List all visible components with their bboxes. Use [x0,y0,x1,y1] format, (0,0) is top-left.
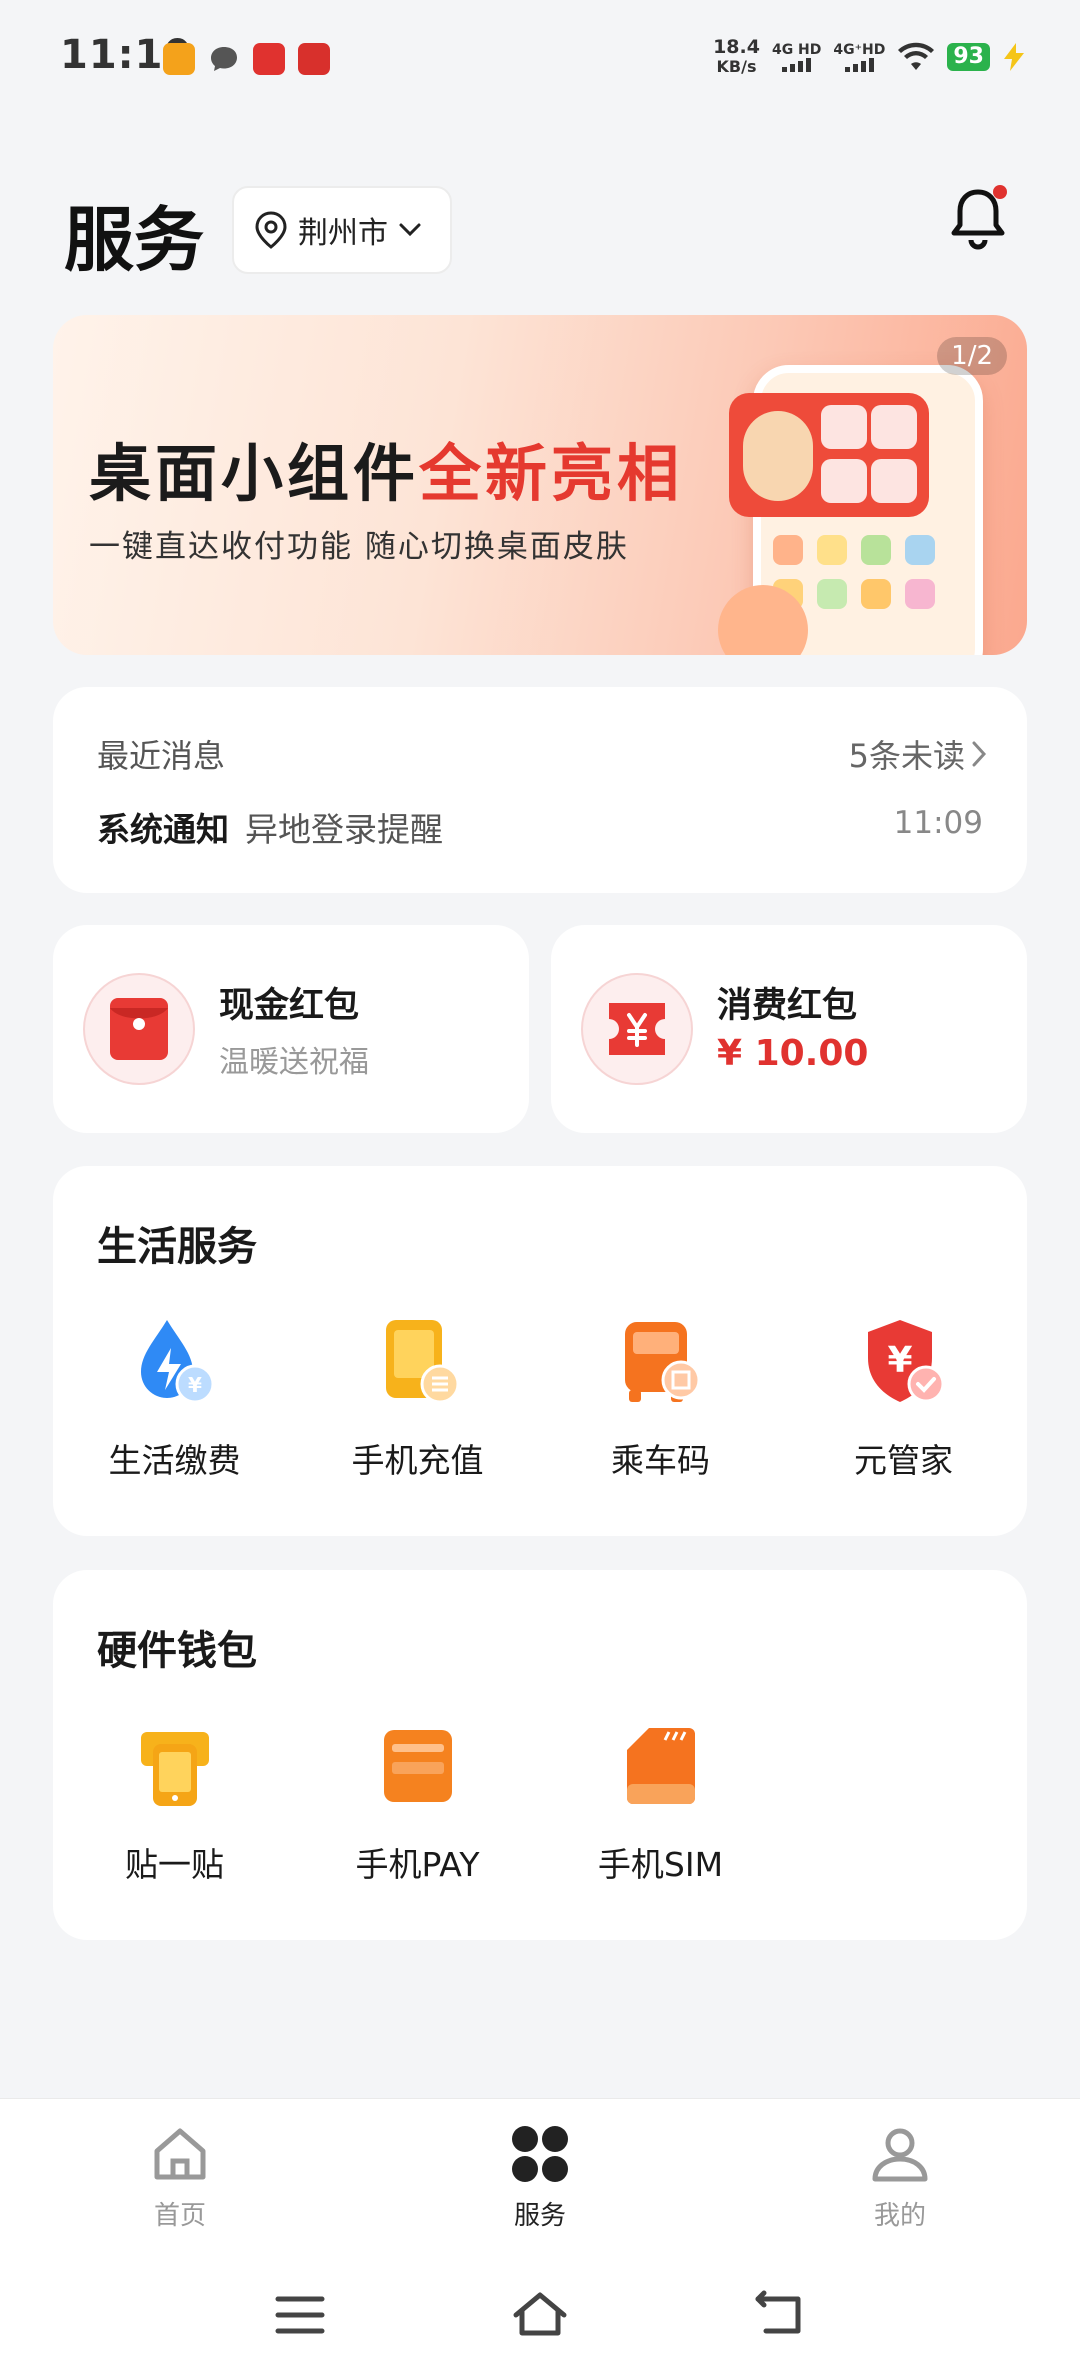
yuan-coupon-icon [581,973,693,1085]
wallet-phone-sim[interactable]: 手机SIM [539,1718,782,1886]
wallet-phone-pay[interactable]: 手机PAY [296,1718,539,1886]
banner-page-indicator: 1/2 [937,337,1007,375]
banner-title-part1: 桌面小组件 [89,437,420,510]
recent-messages-card[interactable]: 最近消息 5条未读 系统通知 异地登录提醒 11:09 [53,687,1027,893]
life-services-card: 生活服务 ¥ 生活缴费 手机充值 乘车码 ¥ 元管家 [53,1166,1027,1536]
life-services-grid: ¥ 生活缴费 手机充值 乘车码 ¥ 元管家 [53,1314,1027,1482]
tab-services[interactable]: 服务 [460,2123,620,2232]
consume-red-packet-card[interactable]: 消费红包 ¥ 10.00 [551,925,1027,1133]
signal-bars-icon [844,57,874,72]
signal-bars-icon [782,57,812,72]
battery-level: 93 [947,43,990,71]
svg-text:¥: ¥ [188,1373,202,1397]
hardware-wallet-card: 硬件钱包 贴一贴 手机PAY 手机SIM [53,1570,1027,1940]
sim-card-icon [626,1728,695,1804]
consume-red-packet-title: 消费红包 [717,986,858,1026]
status-indicators: 18.4 KB/s 4G HD 4G⁺HD 93 [713,36,1026,78]
tab-profile[interactable]: 我的 [820,2123,980,2232]
service-yuan-manager[interactable]: ¥ 元管家 [782,1314,1025,1482]
status-bar: 11:10 18.4 KB/s 4G HD 4G⁺HD 93 [0,0,1080,115]
wallet-card-icon [383,1730,452,1802]
recent-messages-heading: 最近消息 [97,737,226,775]
wallet-label: 手机PAY [355,1845,480,1884]
network-speed: 18.4 KB/s [713,37,760,77]
message-time: 11:09 [893,805,983,841]
signal-1-label: 4G HD [771,41,822,58]
tap-card-icon [140,1732,209,1806]
service-label: 手机充值 [351,1441,484,1480]
cash-red-packet-subtitle: 温暖送祝福 [219,1045,369,1080]
city-name: 荆州市 [298,216,388,251]
cash-red-packet-title: 现金红包 [219,986,360,1026]
profile-icon [872,2128,928,2182]
page-title: 服务 [64,199,204,281]
signal-1: 4G HD [771,41,822,72]
hardware-wallet-grid: 贴一贴 手机PAY 手机SIM [53,1718,1027,1886]
wallet-label: 手机SIM [597,1845,724,1884]
service-utility-payment[interactable]: ¥ 生活缴费 [53,1314,296,1482]
service-label: 元管家 [854,1441,953,1480]
chat-notification-icon [208,43,240,75]
city-selector[interactable]: 荆州市 [232,186,452,274]
red-envelope-icon [83,973,195,1085]
menu-icon[interactable] [270,2285,330,2345]
bus-code-icon [624,1322,700,1402]
service-phone-recharge[interactable]: 手机充值 [296,1314,539,1482]
cash-red-packet-card[interactable]: 现金红包 温暖送祝福 [53,925,529,1133]
app-notification-icon-orange [163,43,195,75]
banner-widget-illustration [729,393,929,517]
page-header: 服务 荆州市 [0,170,1080,290]
water-drop-lightning-icon: ¥ [140,1320,214,1404]
app-notification-icon-red-2 [298,43,330,75]
tab-label: 服务 [513,2201,566,2231]
yuan-shield-icon: ¥ [867,1320,944,1403]
signal-2-label: 4G⁺HD [833,41,886,58]
services-grid-icon [512,2126,568,2182]
bottom-navigation: 首页 服务 我的 [0,2098,1080,2376]
unread-count-link[interactable]: 5条未读 [849,731,987,777]
service-label: 生活缴费 [108,1441,241,1480]
signal-2: 4G⁺HD [833,41,886,72]
network-speed-unit: KB/s [716,57,757,76]
tab-label: 首页 [153,2201,206,2231]
svg-text:¥: ¥ [887,1340,912,1381]
system-home-icon[interactable] [510,2285,570,2345]
service-bus-code[interactable]: 乘车码 [539,1314,782,1482]
service-label: 乘车码 [611,1441,710,1480]
notification-bell-icon[interactable] [946,184,1010,254]
banner-title-highlight: 全新亮相 [419,437,684,510]
unread-count: 5条未读 [848,737,965,775]
tab-label: 我的 [873,2201,926,2231]
chevron-down-icon [399,223,421,237]
wifi-icon [898,42,935,70]
life-services-title: 生活服务 [97,1224,257,1270]
consume-red-packet-amount: ¥ 10.00 [717,1033,869,1074]
wallet-tap-to-pay[interactable]: 贴一贴 [53,1718,296,1886]
wallet-label: 贴一贴 [125,1845,224,1884]
network-speed-value: 18.4 [713,36,760,58]
tab-home[interactable]: 首页 [100,2123,260,2232]
banner-title: 桌面小组件全新亮相 [89,423,683,513]
app-notification-icon-red [253,43,285,75]
chevron-right-icon [972,741,987,767]
message-type: 系统通知 [97,810,229,849]
back-icon[interactable] [750,2285,810,2345]
hardware-wallet-title: 硬件钱包 [97,1628,257,1674]
home-icon [154,2128,206,2180]
promo-banner[interactable]: 1/2 桌面小组件全新亮相 一键直达收付功能 随心切换桌面皮肤 [53,315,1027,655]
banner-subtitle: 一键直达收付功能 随心切换桌面皮肤 [89,529,629,565]
charging-icon [1004,43,1024,71]
banner-app-grid-illustration [773,535,935,609]
message-text: 异地登录提醒 [245,810,443,849]
location-pin-icon [255,211,287,249]
phone-recharge-icon [385,1320,459,1404]
